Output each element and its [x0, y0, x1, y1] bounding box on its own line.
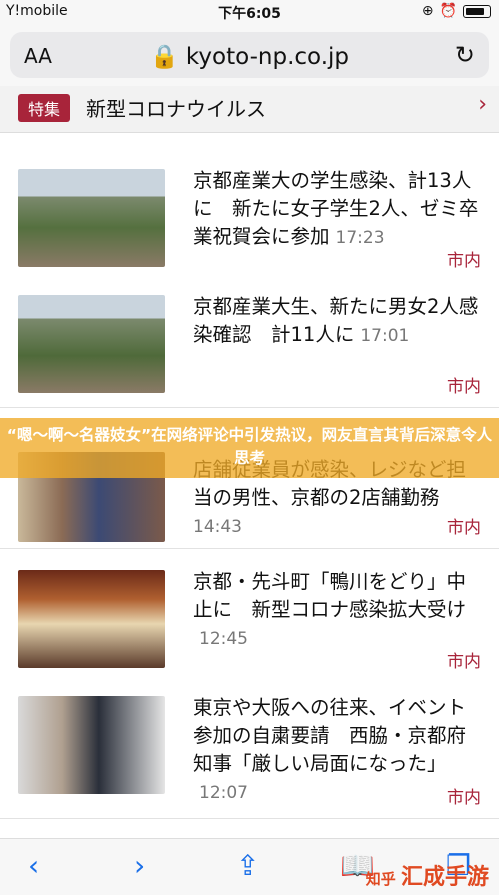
article-thumbnail [18, 570, 165, 668]
status-bar: Y!mobile 下午6:05 ⊕ ⏰ [0, 0, 499, 24]
status-icons: ⊕ ⏰ [422, 3, 491, 19]
browser-toolbar: ‹ › ⇪ 📖 ❐ 知乎 汇成手游 [0, 838, 499, 895]
article-headline: 東京や大阪への往来、イベント参加の自粛要請 西脇・京都府知事「厳しい局面になった… [193, 696, 467, 803]
article-time: 12:07 [199, 783, 248, 803]
article-time: 12:45 [199, 629, 248, 649]
topic-title: 新型コロナウイルス [86, 97, 266, 121]
address-bar[interactable]: AA 🔒 kyoto-np.co.jp ↻ [10, 32, 489, 78]
overlay-banner: “嗯～啊～名器妓女”在网络评论中引发热议，网友直言其背后深意令人思考 [0, 418, 499, 478]
article-category: 市内 [447, 518, 481, 538]
url-domain[interactable]: 🔒 kyoto-np.co.jp [10, 43, 489, 70]
article-category: 市内 [447, 251, 481, 271]
article-category: 市内 [447, 652, 481, 672]
alarm-icon: ⏰ [439, 3, 457, 19]
article-item[interactable]: 東京や大阪への往来、イベント参加の自粛要請 西脇・京都府知事「厳しい局面になった… [0, 682, 499, 819]
article-category: 市内 [447, 788, 481, 808]
article-thumbnail [18, 169, 165, 267]
battery-icon [463, 4, 491, 18]
article-item[interactable]: 京都産業大の学生感染、計13人に 新たに女子学生2人、ゼミ卒業祝賀会に参加 17:… [0, 155, 499, 282]
forward-button[interactable]: › [134, 849, 145, 882]
address-bar-area: AA 🔒 kyoto-np.co.jp ↻ [0, 24, 499, 86]
article-category: 市内 [447, 377, 481, 397]
article-headline: 京都産業大生、新たに男女2人感染確認 計11人に 17:01 [193, 295, 479, 346]
article-time: 17:01 [360, 326, 410, 346]
article-thumbnail [18, 696, 165, 794]
article-thumbnail [18, 295, 165, 393]
topic-banner[interactable]: 特集 新型コロナウイルス › [0, 86, 499, 133]
article-headline: 京都産業大の学生感染、計13人に 新たに女子学生2人、ゼミ卒業祝賀会に参加 17:… [193, 169, 479, 248]
article-time: 14:43 [193, 517, 242, 537]
lock-icon: 🔒 [149, 44, 179, 70]
share-icon[interactable]: ⇪ [236, 849, 259, 882]
lock-rotation-icon: ⊕ [421, 3, 434, 19]
domain-text: kyoto-np.co.jp [185, 44, 350, 70]
article-headline: 京都・先斗町「鴨川をどり」中止に 新型コロナ感染拡大受け12:45 [193, 570, 467, 649]
article-time: 17:23 [335, 228, 385, 248]
topic-tag: 特集 [18, 94, 71, 122]
chevron-right-icon: › [478, 92, 487, 117]
article-item[interactable]: 京都産業大生、新たに男女2人感染確認 計11人に 17:01 市内 [0, 281, 499, 408]
back-button[interactable]: ‹ [28, 849, 39, 882]
watermark: 知乎 汇成手游 [365, 865, 489, 890]
article-item[interactable]: 京都・先斗町「鴨川をどり」中止に 新型コロナ感染拡大受け12:45 市内 [0, 556, 499, 683]
reload-icon[interactable]: ↻ [455, 41, 475, 69]
